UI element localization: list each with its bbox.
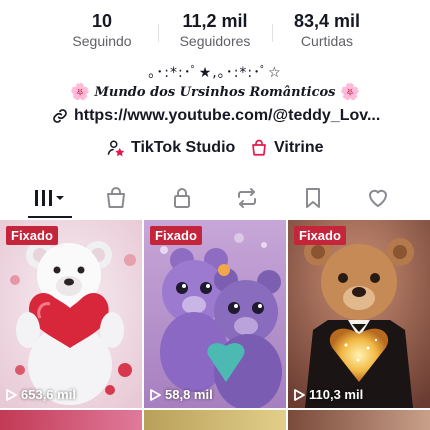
link-icon	[53, 109, 67, 123]
pinned-badge: Fixado	[150, 226, 202, 245]
following-label: Seguindo	[72, 33, 132, 49]
video-thumbnail[interactable]: Fixado 653,6 mil	[0, 220, 142, 408]
video-thumbnail-partial[interactable]	[144, 410, 286, 430]
followers-count: 11,2 mil	[182, 11, 248, 31]
user-star-icon	[107, 140, 125, 157]
tiktok-studio-button[interactable]: TikTok Studio	[107, 139, 235, 157]
profile-link[interactable]: https://www.youtube.com/@teddy_Lov...	[52, 105, 382, 127]
vitrine-label: Vitrine	[274, 139, 324, 156]
play-icon	[6, 388, 17, 401]
video-thumbnail-partial[interactable]	[288, 410, 430, 430]
flower-icon: 🌸	[70, 82, 90, 101]
play-icon	[150, 388, 161, 401]
profile-action-buttons: TikTok Studio Vitrine	[0, 139, 430, 165]
tab-reposts[interactable]	[217, 178, 277, 218]
active-tab-indicator	[28, 216, 72, 218]
shopping-bag-icon	[252, 139, 266, 156]
brown-teddy-glowing-heart-thumbnail	[288, 220, 430, 408]
play-icon	[294, 388, 305, 401]
bio-title-line: 🌸 Mundo dos Ursinhos Românticos 🌸	[0, 82, 430, 101]
video-thumbnail-partial[interactable]	[0, 410, 142, 430]
view-count-value: 110,3 mil	[309, 387, 364, 402]
pinned-badge: Fixado	[6, 226, 58, 245]
view-count-value: 58,8 mil	[165, 387, 213, 402]
bio-decoration-line: ｡･:*:･ﾟ★,｡･:*:･ﾟ☆	[148, 65, 282, 81]
video-thumbnail[interactable]: Fixado 58,8 mil	[144, 220, 286, 408]
followers-stat[interactable]: 11,2 mil Seguidores	[165, 10, 265, 50]
flower-icon: 🌸	[340, 82, 360, 101]
grid-icon	[35, 190, 64, 206]
tiktok-studio-label: TikTok Studio	[131, 139, 236, 156]
video-grid: Fixado 653,6 mil Fixado 58,8 mil Fixado …	[0, 220, 430, 430]
bio-title: Mundo dos Ursinhos Românticos	[94, 85, 336, 100]
repost-icon	[238, 188, 256, 208]
pinned-badge: Fixado	[294, 226, 346, 245]
view-count: 110,3 mil	[294, 387, 363, 402]
stat-divider	[272, 24, 273, 42]
likes-label: Curtidas	[300, 33, 354, 49]
lock-icon	[174, 188, 190, 208]
following-count: 10	[91, 11, 113, 31]
shopping-bag-icon	[107, 187, 125, 208]
profile-tabs	[0, 178, 430, 218]
tab-private[interactable]	[152, 178, 212, 218]
profile-stats: 10 Seguindo 11,2 mil Seguidores 83,4 mil…	[0, 10, 430, 52]
following-stat[interactable]: 10 Seguindo	[52, 10, 152, 50]
tab-liked[interactable]	[348, 178, 408, 218]
likes-stat[interactable]: 83,4 mil Curtidas	[277, 10, 377, 50]
profile-link-text: https://www.youtube.com/@teddy_Lov...	[74, 107, 381, 124]
tab-videos[interactable]	[20, 178, 80, 218]
purple-teddies-thumbnail	[144, 220, 286, 408]
tab-shop[interactable]	[86, 178, 146, 218]
view-count: 653,6 mil	[6, 387, 76, 402]
stat-divider	[158, 24, 159, 42]
white-teddy-heart-thumbnail	[0, 220, 142, 408]
vitrine-button[interactable]: Vitrine	[250, 139, 324, 157]
view-count-value: 653,6 mil	[21, 387, 76, 402]
tab-favorites[interactable]	[283, 178, 343, 218]
heart-icon	[369, 189, 387, 207]
view-count: 58,8 mil	[150, 387, 213, 402]
video-thumbnail[interactable]: Fixado 110,3 mil	[288, 220, 430, 408]
bookmark-icon	[306, 188, 320, 208]
likes-count: 83,4 mil	[293, 11, 361, 31]
followers-label: Seguidores	[179, 33, 251, 49]
